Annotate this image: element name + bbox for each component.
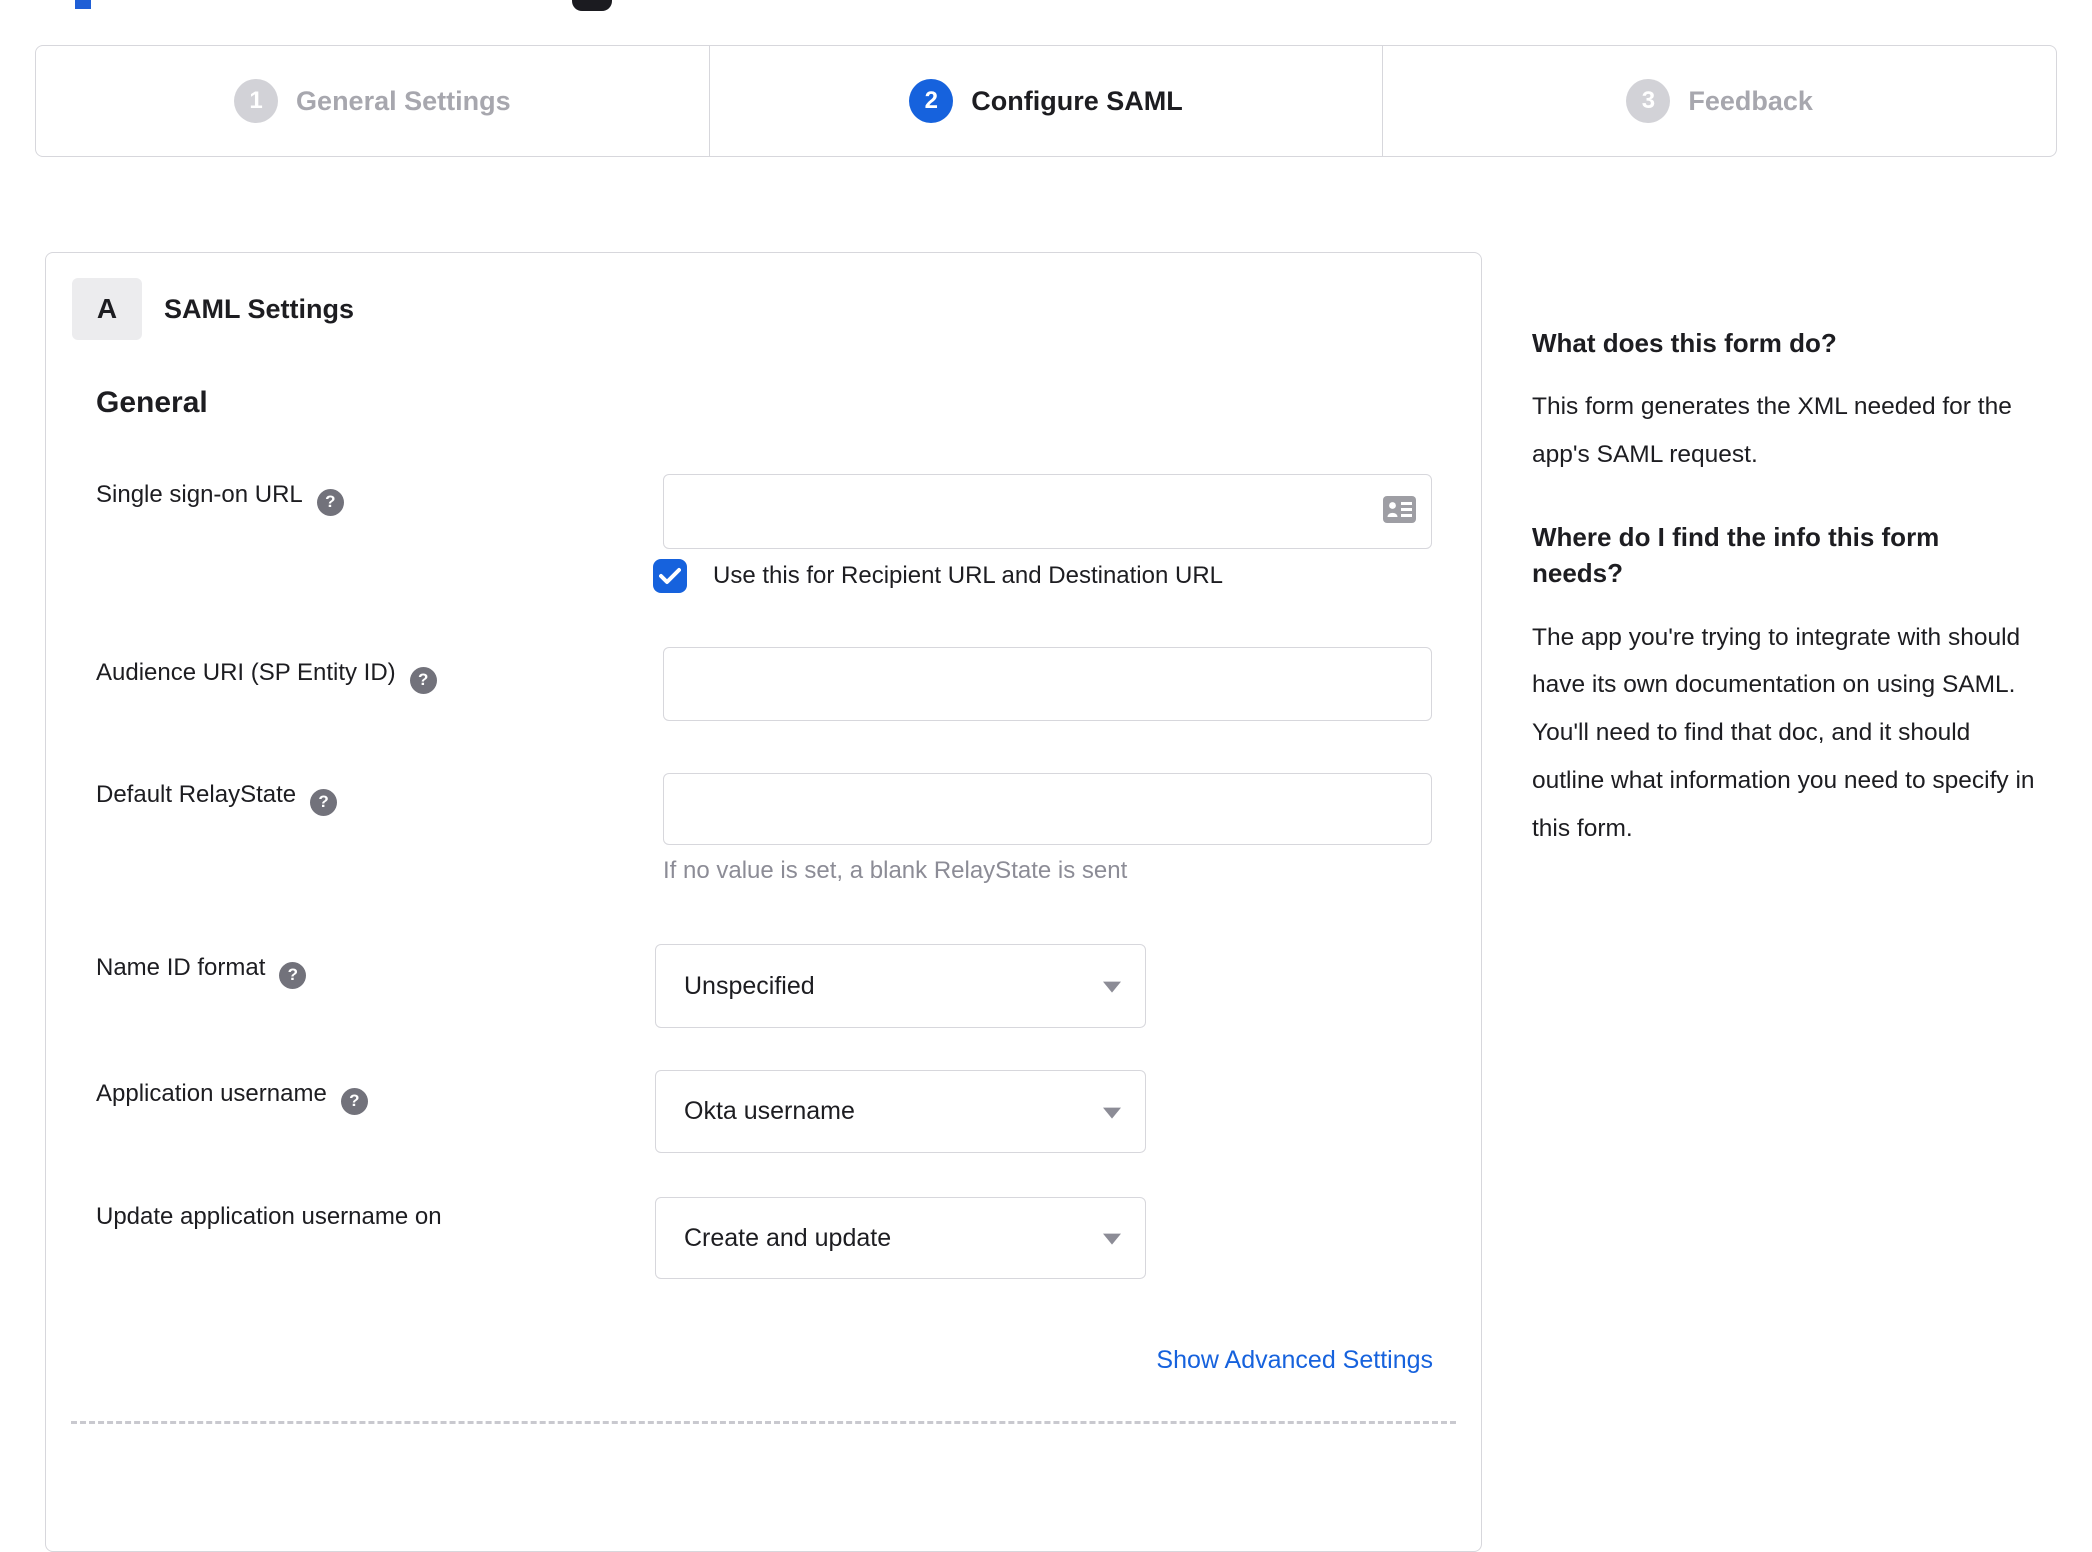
help-paragraph-what: This form generates the XML needed for t… — [1532, 393, 2012, 469]
show-advanced-settings-link[interactable]: Show Advanced Settings — [1156, 1346, 1433, 1375]
help-icon[interactable]: ? — [279, 961, 307, 989]
cutoff-header-dark-icon — [572, 0, 612, 11]
sso-url-input[interactable] — [663, 474, 1432, 549]
step-configure-saml[interactable]: 2 Configure SAML — [708, 46, 1383, 156]
section-dashed-divider — [71, 1421, 1456, 1424]
contact-card-icon[interactable] — [1383, 495, 1416, 528]
application-username-label: Application username? — [96, 1080, 368, 1115]
help-icon[interactable]: ? — [340, 1087, 368, 1115]
recipient-url-checkbox-label: Use this for Recipient URL and Destinati… — [713, 562, 1224, 589]
select-value: Okta username — [684, 1097, 855, 1125]
application-username-select[interactable]: Okta username — [655, 1070, 1146, 1153]
help-icon[interactable]: ? — [316, 488, 344, 516]
sso-url-input-wrap — [663, 474, 1432, 549]
relaystate-input[interactable] — [663, 773, 1432, 845]
update-username-label: Update application username on — [96, 1203, 442, 1230]
recipient-url-checkbox-row: Use this for Recipient URL and Destinati… — [653, 559, 1223, 593]
chevron-down-icon — [1103, 981, 1121, 993]
chevron-down-icon — [1103, 1107, 1121, 1119]
relaystate-label: Default RelayState? — [96, 781, 338, 816]
wizard-stepper: 1 General Settings 2 Configure SAML 3 Fe… — [35, 45, 2057, 157]
select-value: Create and update — [684, 1223, 892, 1252]
section-title: SAML Settings — [164, 294, 355, 324]
cutoff-header-blue-fragment — [75, 0, 91, 9]
audience-uri-label: Audience URI (SP Entity ID)? — [96, 659, 437, 694]
step-number-badge: 2 — [909, 79, 954, 123]
step-label: Feedback — [1688, 85, 1813, 116]
help-icon[interactable]: ? — [409, 666, 437, 694]
saml-settings-card: A SAML Settings General Single sign-on U… — [45, 252, 1482, 1552]
update-username-select[interactable]: Create and update — [655, 1197, 1146, 1279]
general-group-heading: General — [96, 386, 208, 419]
help-heading-what: What does this form do? — [1532, 328, 1837, 358]
name-id-format-label: Name ID format? — [96, 954, 307, 989]
section-a-badge: A — [72, 278, 142, 340]
help-icon[interactable]: ? — [310, 788, 338, 816]
step-feedback[interactable]: 3 Feedback — [1382, 46, 2056, 156]
use-for-recipient-checkbox[interactable] — [653, 559, 687, 593]
name-id-format-select[interactable]: Unspecified — [655, 944, 1146, 1028]
step-label: Configure SAML — [971, 85, 1183, 116]
select-value: Unspecified — [684, 971, 815, 1000]
help-panel: What does this form do? This form genera… — [1532, 325, 2037, 893]
step-general-settings[interactable]: 1 General Settings — [36, 46, 709, 156]
relaystate-hint: If no value is set, a blank RelayState i… — [663, 857, 1128, 884]
step-label: General Settings — [296, 85, 511, 116]
help-paragraph-where: The app you're trying to integrate with … — [1532, 623, 2035, 842]
help-heading-where: Where do I find the info this form needs… — [1532, 521, 1940, 589]
chevron-down-icon — [1103, 1233, 1121, 1245]
audience-uri-input[interactable] — [663, 647, 1432, 721]
step-number-badge: 3 — [1626, 79, 1671, 123]
sso-url-label: Single sign-on URL? — [96, 481, 344, 516]
step-number-badge: 1 — [234, 79, 279, 123]
